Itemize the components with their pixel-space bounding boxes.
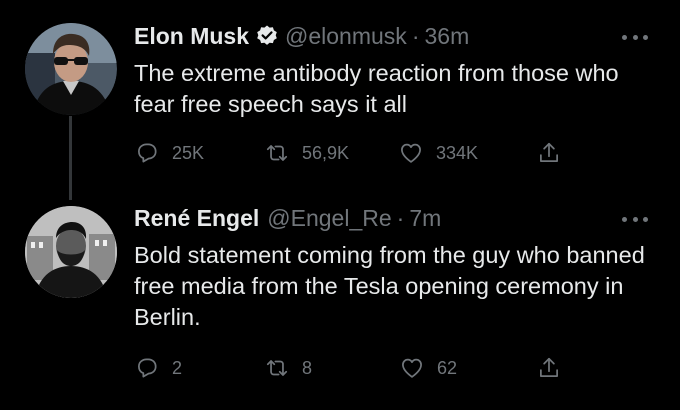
share-icon: [540, 357, 558, 377]
reply-button[interactable]: 25K: [134, 138, 204, 168]
tweet-text: Bold statement coming from the guy who b…: [134, 242, 645, 330]
like-count: 62: [437, 357, 458, 378]
reply-count: 25K: [172, 142, 205, 163]
retweet-button[interactable]: 56,9K: [264, 138, 349, 168]
more-icon[interactable]: [622, 214, 648, 224]
more-icon[interactable]: [622, 32, 648, 42]
verified-badge-icon: [255, 24, 279, 48]
tweet[interactable]: Elon Musk @elonmusk · 36m The extreme an…: [0, 0, 680, 190]
separator-dot: ·: [396, 204, 405, 231]
like-button[interactable]: 334K: [398, 138, 478, 168]
retweet-count: 56,9K: [302, 142, 350, 163]
retweet-button[interactable]: 8: [264, 353, 312, 383]
display-name[interactable]: René Engel: [134, 205, 259, 232]
reply-count: 2: [172, 357, 183, 378]
avatar[interactable]: [25, 206, 117, 298]
avatar[interactable]: [25, 23, 117, 115]
reply-icon: [138, 358, 157, 378]
retweet-icon: [266, 145, 288, 161]
timestamp[interactable]: 7m: [409, 205, 441, 232]
timestamp[interactable]: 36m: [424, 23, 469, 50]
handle[interactable]: @Engel_Re: [267, 205, 391, 232]
tweet-header: Elon Musk @elonmusk · 36m: [134, 19, 469, 53]
display-name[interactable]: Elon Musk: [134, 23, 249, 50]
retweet-icon: [266, 360, 288, 376]
retweet-count: 8: [302, 357, 313, 378]
tweet[interactable]: René Engel @Engel_Re · 7m Bold statement…: [0, 196, 680, 410]
tweet-header: René Engel @Engel_Re · 7m: [134, 201, 441, 235]
share-button[interactable]: [536, 138, 562, 168]
like-count: 334K: [436, 142, 479, 163]
reply-button[interactable]: 2: [134, 353, 182, 383]
like-button[interactable]: 62: [399, 353, 457, 383]
like-icon: [401, 143, 421, 163]
share-button[interactable]: [536, 353, 562, 383]
separator-dot: ·: [411, 22, 420, 49]
handle[interactable]: @elonmusk: [285, 23, 407, 50]
tweet-text: The extreme antibody reaction from those…: [134, 60, 619, 117]
share-icon: [540, 142, 558, 162]
like-icon: [402, 358, 422, 378]
reply-icon: [138, 143, 157, 163]
